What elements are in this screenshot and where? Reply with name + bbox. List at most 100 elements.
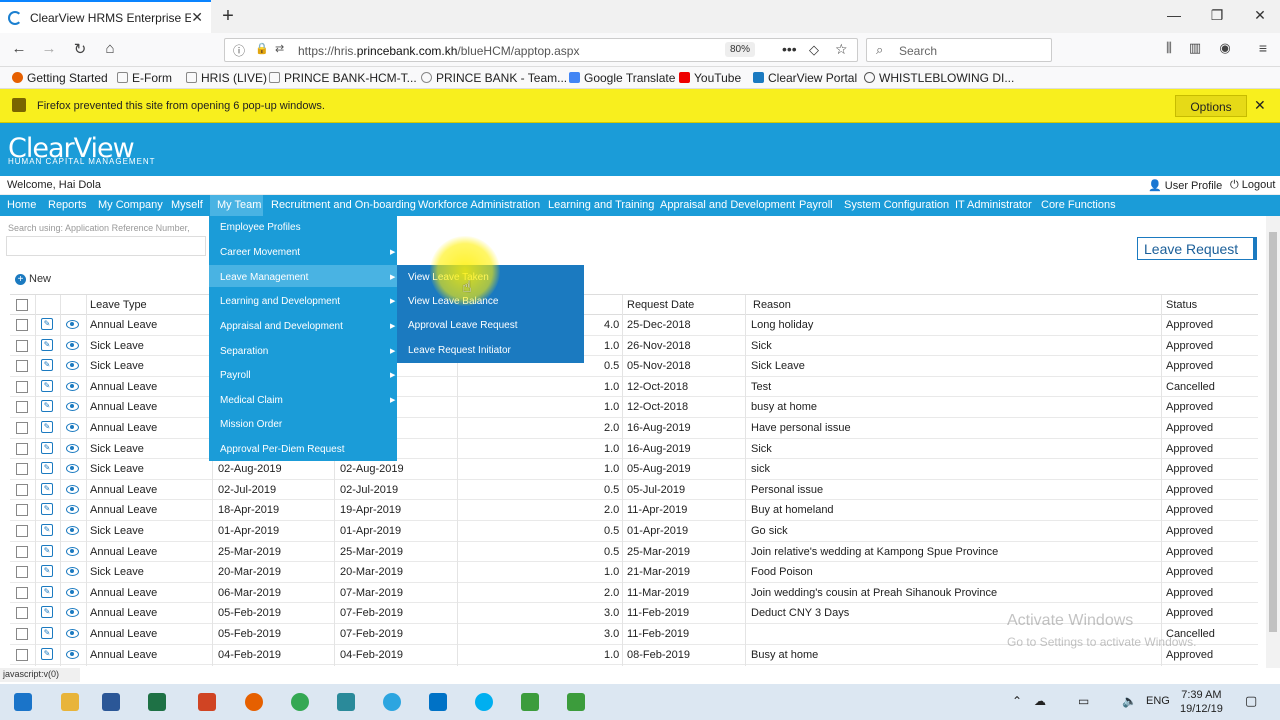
app-icon[interactable] bbox=[337, 693, 355, 711]
row-checkbox[interactable] bbox=[16, 628, 28, 640]
telegram-icon[interactable] bbox=[383, 693, 401, 711]
menu-myself[interactable]: Myself bbox=[171, 199, 203, 211]
menu-leave-request-initiator[interactable]: Leave Request Initiator bbox=[408, 345, 511, 356]
edit-icon[interactable]: ✎ bbox=[41, 359, 53, 372]
edit-icon[interactable]: ✎ bbox=[41, 379, 53, 392]
edit-icon[interactable]: ✎ bbox=[41, 524, 53, 536]
tray-chevron-icon[interactable]: ⌃ bbox=[1012, 694, 1022, 708]
library-icon[interactable]: ⫼ bbox=[1158, 40, 1180, 56]
view-icon[interactable] bbox=[66, 567, 79, 577]
system-clock[interactable]: 7:39 AM 19/12/19 bbox=[1180, 688, 1223, 716]
edit-icon[interactable]: ✎ bbox=[41, 606, 53, 619]
page-actions-icon[interactable]: ••• bbox=[782, 41, 797, 57]
view-icon[interactable] bbox=[66, 340, 79, 350]
menu-medical-claim[interactable]: Medical Claim bbox=[220, 395, 283, 406]
edit-icon[interactable]: ✎ bbox=[41, 462, 53, 475]
row-checkbox[interactable] bbox=[16, 525, 28, 537]
menu-payroll[interactable]: Payroll bbox=[799, 199, 833, 211]
row-checkbox[interactable] bbox=[16, 422, 28, 434]
sidebar-icon[interactable]: ▥ bbox=[1184, 40, 1206, 56]
menu-appraisal-development[interactable]: Appraisal and Development bbox=[220, 321, 343, 332]
row-checkbox[interactable] bbox=[16, 504, 28, 517]
row-checkbox[interactable] bbox=[16, 648, 28, 661]
menu-separation[interactable]: Separation bbox=[220, 346, 268, 357]
bookmark-star-icon[interactable]: ☆ bbox=[835, 41, 848, 58]
home-icon[interactable]: ⌂ bbox=[99, 40, 121, 57]
menu-learning-development[interactable]: Learning and Development bbox=[220, 296, 340, 307]
edit-icon[interactable]: ✎ bbox=[41, 565, 53, 578]
edit-icon[interactable]: ✎ bbox=[41, 482, 53, 495]
view-icon[interactable] bbox=[66, 402, 79, 412]
menu-approval-leave-request[interactable]: Approval Leave Request bbox=[408, 320, 518, 331]
edit-icon[interactable]: ✎ bbox=[41, 441, 53, 454]
menu-system-config[interactable]: System Configuration bbox=[844, 199, 949, 211]
row-checkbox[interactable] bbox=[16, 339, 28, 352]
menu-core-functions[interactable]: Core Functions bbox=[1041, 199, 1116, 211]
menu-leave-management[interactable]: Leave Management bbox=[220, 272, 308, 283]
view-icon[interactable] bbox=[66, 484, 79, 494]
edit-icon[interactable]: ✎ bbox=[41, 503, 53, 516]
menu-reports[interactable]: Reports bbox=[48, 199, 87, 211]
search-box[interactable]: ⌕ Search bbox=[866, 38, 1052, 62]
popup-options-button[interactable]: Options bbox=[1175, 95, 1247, 117]
leave-request-button[interactable]: Leave Request bbox=[1137, 237, 1257, 260]
view-icon[interactable] bbox=[66, 649, 79, 659]
new-button[interactable]: + New bbox=[15, 273, 51, 285]
header-leave-type[interactable]: Leave Type bbox=[90, 299, 147, 311]
edit-icon[interactable]: ✎ bbox=[41, 318, 53, 330]
bookmark-hris-live[interactable]: HRIS (LIVE) bbox=[186, 71, 267, 85]
view-icon[interactable] bbox=[66, 629, 79, 638]
excel-icon[interactable] bbox=[148, 693, 166, 711]
view-icon[interactable] bbox=[66, 608, 79, 618]
reference-search-input[interactable] bbox=[6, 236, 206, 256]
restore-icon[interactable]: ❐ bbox=[1207, 7, 1227, 24]
permissions-icon[interactable]: ⇄ bbox=[275, 42, 284, 55]
row-checkbox[interactable] bbox=[16, 360, 28, 373]
edit-icon[interactable]: ✎ bbox=[41, 585, 53, 598]
language-indicator[interactable]: ENG bbox=[1146, 695, 1170, 707]
camtasia-icon[interactable] bbox=[521, 693, 539, 711]
new-tab-icon[interactable]: + bbox=[218, 5, 238, 28]
outlook-icon[interactable] bbox=[429, 693, 447, 711]
edit-icon[interactable]: ✎ bbox=[41, 627, 53, 639]
edit-icon[interactable]: ✎ bbox=[41, 400, 53, 413]
header-status[interactable]: Status bbox=[1166, 299, 1197, 311]
chrome-icon[interactable] bbox=[291, 693, 309, 711]
menu-learning[interactable]: Learning and Training bbox=[548, 199, 654, 211]
row-checkbox[interactable] bbox=[16, 319, 28, 331]
menu-employee-profiles[interactable]: Employee Profiles bbox=[220, 222, 301, 233]
row-checkbox[interactable] bbox=[16, 463, 28, 476]
firefox-taskbar-icon[interactable] bbox=[245, 693, 263, 711]
account-icon[interactable]: ◉ bbox=[1214, 40, 1236, 56]
camtasia-recorder-icon[interactable] bbox=[567, 693, 585, 711]
file-explorer-icon[interactable] bbox=[61, 693, 79, 711]
close-tab-icon[interactable]: ✕ bbox=[191, 9, 203, 26]
menu-it-admin[interactable]: IT Administrator bbox=[955, 199, 1032, 211]
scrollbar-thumb[interactable] bbox=[1269, 232, 1277, 632]
zoom-level[interactable]: 80% bbox=[725, 42, 756, 57]
bookmark-eform[interactable]: E-Form bbox=[117, 71, 172, 85]
user-profile-link[interactable]: 👤 User Profile bbox=[1148, 179, 1222, 192]
menu-icon[interactable]: ≡ bbox=[1252, 40, 1274, 56]
menu-workforce[interactable]: Workforce Administration bbox=[418, 199, 540, 211]
menu-recruitment[interactable]: Recruitment and On-boarding bbox=[271, 199, 416, 211]
url-bar[interactable]: ⓘ 🔒 ⇄ https://hris.princebank.com.kh/blu… bbox=[224, 38, 858, 62]
row-checkbox[interactable] bbox=[16, 586, 28, 599]
view-icon[interactable] bbox=[66, 505, 79, 515]
view-icon[interactable] bbox=[66, 587, 79, 597]
close-popup-bar-icon[interactable]: ✕ bbox=[1254, 97, 1266, 114]
bookmark-whistleblowing[interactable]: WHISTLEBLOWING DI... bbox=[864, 71, 1014, 85]
select-all-checkbox[interactable] bbox=[16, 299, 28, 311]
edit-icon[interactable]: ✎ bbox=[41, 338, 53, 351]
back-icon[interactable]: ← bbox=[8, 40, 30, 57]
header-request-date[interactable]: Request Date bbox=[627, 299, 694, 311]
menu-career-movement[interactable]: Career Movement bbox=[220, 247, 300, 258]
view-icon[interactable] bbox=[66, 381, 79, 391]
notification-icon[interactable]: ▢ bbox=[1245, 693, 1257, 709]
reload-icon[interactable]: ↻ bbox=[69, 40, 91, 58]
row-checkbox[interactable] bbox=[16, 545, 28, 558]
row-checkbox[interactable] bbox=[16, 401, 28, 414]
view-icon[interactable] bbox=[66, 320, 79, 329]
bookmark-prince-bank-hcm[interactable]: PRINCE BANK-HCM-T... bbox=[269, 71, 417, 85]
powerpoint-icon[interactable] bbox=[198, 693, 216, 711]
